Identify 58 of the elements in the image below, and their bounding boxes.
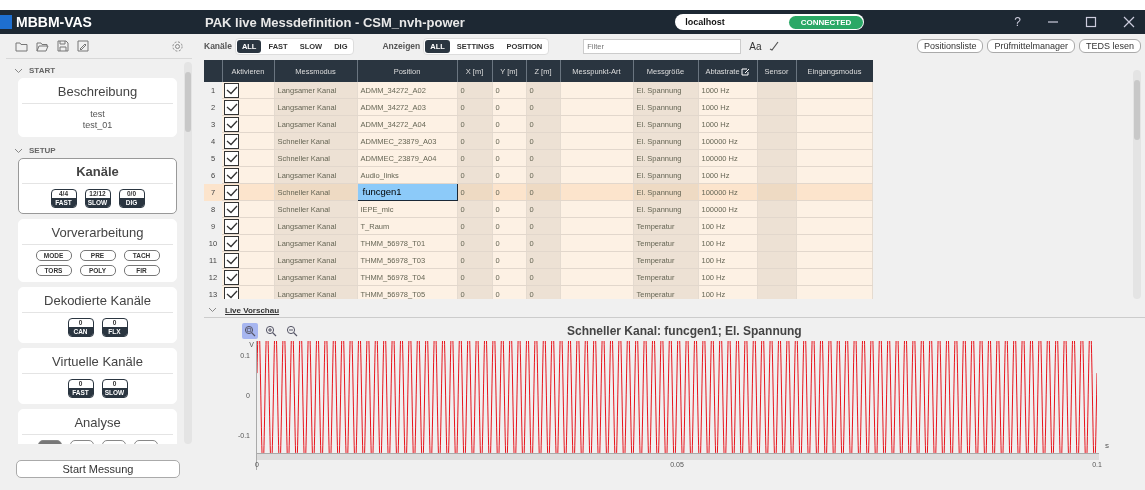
check-icon[interactable] xyxy=(769,41,780,51)
checkbox[interactable] xyxy=(224,286,239,299)
window-title: PAK live Messdefinition - CSM_nvh-power xyxy=(205,14,465,30)
axis-unit: s xyxy=(1105,441,1109,450)
action-button[interactable]: TEDS lesen xyxy=(1078,39,1141,53)
checkbox[interactable] xyxy=(224,269,239,285)
save-as-icon[interactable] xyxy=(77,40,89,52)
scrollbar[interactable] xyxy=(1133,70,1141,299)
card-title: Virtuelle Kanäle xyxy=(22,349,173,374)
card-title: Kanäle xyxy=(22,159,173,184)
description-text: test xyxy=(89,109,106,120)
maximize-icon[interactable] xyxy=(1085,16,1097,28)
scrollbar[interactable] xyxy=(184,62,192,444)
card-title: Beschreibung xyxy=(22,79,173,104)
action-button[interactable]: Positionsliste xyxy=(916,39,984,53)
checkbox[interactable] xyxy=(224,218,239,234)
checkbox[interactable] xyxy=(224,116,239,132)
checkbox[interactable] xyxy=(224,82,239,98)
checkbox[interactable] xyxy=(224,184,239,200)
chart-title: Schneller Kanal: funcgen1; El. Spannung xyxy=(567,324,802,338)
match-case-button[interactable]: Aa xyxy=(749,40,762,52)
description-text: test_01 xyxy=(81,120,114,131)
action-button[interactable]: Prüfmittelmanager xyxy=(987,39,1075,53)
table-cell[interactable]: funcgen1 xyxy=(360,186,404,198)
checkbox[interactable] xyxy=(224,201,239,217)
logo-icon xyxy=(0,15,12,29)
sidebar-card[interactable]: Beschreibung test test_01 xyxy=(18,78,177,137)
chevron-icon[interactable] xyxy=(208,307,217,313)
edit-icon[interactable] xyxy=(740,66,750,76)
help-button[interactable]: ? xyxy=(1014,15,1021,29)
connection-field[interactable]: localhost CONNECTED xyxy=(675,14,865,30)
chevron-icon[interactable] xyxy=(14,67,23,74)
filter-label: Anzeigen xyxy=(382,41,421,51)
checkbox[interactable] xyxy=(224,252,239,268)
folder-icon[interactable] xyxy=(36,40,49,52)
folder-icon[interactable] xyxy=(15,40,28,52)
card-title: Analyse xyxy=(22,410,173,435)
chevron-icon[interactable] xyxy=(14,147,23,154)
checkbox[interactable] xyxy=(224,99,239,115)
zoom-in-icon[interactable] xyxy=(263,323,279,339)
filter-label: Kanäle xyxy=(204,41,232,51)
checkbox[interactable] xyxy=(224,133,239,149)
save-icon[interactable] xyxy=(57,40,69,52)
section-label: START xyxy=(29,66,56,75)
checkbox[interactable] xyxy=(224,150,239,166)
app-name: MBBM-VAS xyxy=(16,14,92,30)
zoom-out-icon[interactable] xyxy=(284,323,300,339)
checkbox[interactable] xyxy=(224,235,239,251)
zoom-box-icon[interactable] xyxy=(242,323,258,339)
card-title: Vorverarbeitung xyxy=(22,220,173,245)
close-icon[interactable] xyxy=(1123,16,1135,28)
connection-status: CONNECTED xyxy=(788,15,864,29)
section-label: SETUP xyxy=(29,146,56,155)
checkbox[interactable] xyxy=(224,167,239,183)
section-label[interactable]: Live Vorschau xyxy=(225,305,280,315)
sidebar-card[interactable]: Analyse xyxy=(18,409,177,444)
card-title: Dekodierte Kanäle xyxy=(22,288,173,313)
start-button[interactable]: Start Messung xyxy=(16,460,180,478)
